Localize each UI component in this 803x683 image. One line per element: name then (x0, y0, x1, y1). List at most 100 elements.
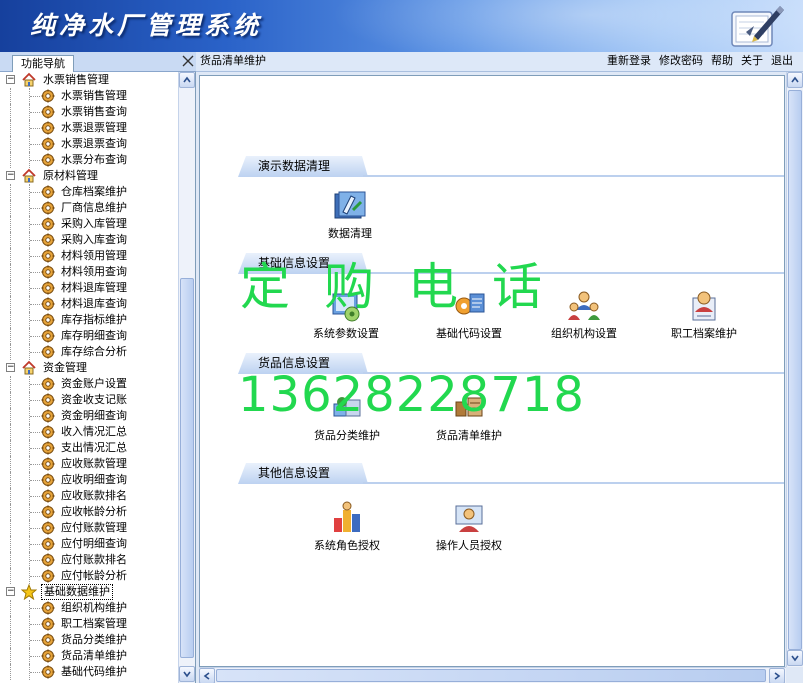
gear-icon (41, 505, 55, 519)
gear-icon (41, 457, 55, 471)
tree-item[interactable]: 水票销售管理 (0, 88, 178, 104)
gear-icon (41, 617, 55, 631)
tree-item[interactable]: 仓库档案维护 (0, 184, 178, 200)
tree-item[interactable]: 基础代码维护 (0, 664, 178, 680)
help-link[interactable]: 帮助 (711, 54, 733, 68)
about-link[interactable]: 关于 (741, 54, 763, 68)
section-base-info: 基础信息设置 (238, 253, 784, 274)
tree-item[interactable]: 收入情况汇总 (0, 424, 178, 440)
tree-item-label: 资金收支记账 (61, 393, 127, 406)
content-scroll-thumb[interactable] (788, 90, 802, 650)
tool-label: 货品清单维护 (436, 429, 502, 442)
content-hscroll-thumb[interactable] (216, 669, 766, 682)
tree-item[interactable]: 采购入库查询 (0, 232, 178, 248)
tree-item[interactable]: 货品分类维护 (0, 632, 178, 648)
tree-item[interactable]: 职工档案管理 (0, 616, 178, 632)
goods-category-button[interactable]: 货品分类维护 (297, 390, 397, 442)
tree-item[interactable]: 材料领用管理 (0, 248, 178, 264)
tree-scroll-down-button[interactable] (179, 666, 195, 682)
close-tab-icon[interactable] (181, 54, 195, 68)
tool-label: 操作人员授权 (436, 539, 502, 552)
org-structure-button[interactable]: 组织机构设置 (534, 288, 634, 340)
gear-icon (41, 649, 55, 663)
tree-item[interactable]: 应付账款排名 (0, 552, 178, 568)
tree-item[interactable]: 货品清单维护 (0, 648, 178, 664)
tree-group[interactable]: − 原材料管理 (0, 168, 178, 184)
content-scroll-left-button[interactable] (199, 668, 215, 683)
chevron-up-icon (183, 76, 191, 83)
content-scroll-down-button[interactable] (787, 650, 803, 666)
tree-group[interactable]: − 水票销售管理 (0, 72, 178, 88)
base-code-icon (455, 293, 485, 315)
data-clean-button[interactable]: 数据清理 (300, 188, 400, 240)
gear-icon (41, 249, 55, 263)
tab-function-nav[interactable]: 功能导航 (12, 55, 74, 72)
tree-guide-line (10, 88, 11, 104)
tree-item[interactable]: 支出情况汇总 (0, 440, 178, 456)
section-title: 货品信息设置 (258, 356, 331, 370)
tree-item-label: 收入情况汇总 (61, 425, 127, 438)
role-auth-button[interactable]: 系统角色授权 (297, 500, 397, 552)
chevron-up-icon (791, 76, 799, 83)
tree-item[interactable]: 应付账款管理 (0, 520, 178, 536)
tree-group[interactable]: − 资金管理 (0, 360, 178, 376)
collapse-toggle-icon[interactable]: − (6, 75, 15, 84)
tree-item[interactable]: 资金明细查询 (0, 408, 178, 424)
base-code-button[interactable]: 基础代码设置 (419, 288, 519, 340)
tree-item[interactable]: 水票销售查询 (0, 104, 178, 120)
tree-item[interactable]: 材料领用查询 (0, 264, 178, 280)
tree-scroll-up-button[interactable] (179, 72, 195, 88)
tree-guide-line (10, 456, 11, 472)
tree-item-label: 资金账户设置 (61, 377, 127, 390)
tree-item-label: 职工档案管理 (61, 617, 127, 630)
tree-vertical-scrollbar[interactable] (178, 72, 195, 683)
exit-link[interactable]: 退出 (771, 54, 793, 68)
tree-item-label: 材料领用管理 (61, 249, 127, 262)
tree-group[interactable]: − 基础数据维护 (0, 583, 178, 601)
tree-item[interactable]: 水票分布查询 (0, 152, 178, 168)
tree-item[interactable]: 组织机构维护 (0, 600, 178, 616)
tree-item[interactable]: 资金账户设置 (0, 376, 178, 392)
collapse-toggle-icon[interactable]: − (6, 171, 15, 180)
section-title: 基础信息设置 (258, 256, 331, 270)
tree-item[interactable]: 应收帐龄分析 (0, 504, 178, 520)
gear-icon (41, 233, 55, 247)
tree-item[interactable]: 应付帐龄分析 (0, 568, 178, 584)
tree-item[interactable]: 水票退票管理 (0, 120, 178, 136)
tree-item[interactable]: 资金收支记账 (0, 392, 178, 408)
tree-item-label: 水票销售管理 (61, 89, 127, 102)
content-scroll-up-button[interactable] (787, 72, 803, 88)
staff-records-button[interactable]: 职工档案维护 (654, 288, 754, 340)
tree-guide-line (30, 256, 40, 257)
tree-item[interactable]: 采购入库管理 (0, 216, 178, 232)
goods-list-button[interactable]: 货品清单维护 (419, 390, 519, 442)
tree-item[interactable]: 水票退票查询 (0, 136, 178, 152)
tree-guide-line (30, 496, 40, 497)
collapse-toggle-icon[interactable]: − (6, 363, 15, 372)
tree-item[interactable]: 库存指标维护 (0, 312, 178, 328)
system-params-button[interactable]: 系统参数设置 (296, 288, 396, 340)
content-horizontal-scrollbar[interactable] (199, 667, 786, 683)
tree-guide-line (10, 488, 11, 504)
tree-guide-line (30, 640, 40, 641)
tree-guide-line (10, 152, 11, 168)
tree-item[interactable]: 材料退库查询 (0, 296, 178, 312)
tree-item[interactable]: 库存明细查询 (0, 328, 178, 344)
tree-item[interactable]: 库存综合分析 (0, 344, 178, 360)
tree-item[interactable]: 材料退库管理 (0, 280, 178, 296)
tree-item[interactable]: 应收账款排名 (0, 488, 178, 504)
tree-scroll-thumb[interactable] (180, 278, 194, 658)
content-scroll-right-button[interactable] (769, 668, 785, 683)
gear-icon (41, 265, 55, 279)
content-vertical-scrollbar[interactable] (786, 72, 803, 667)
tree-group-label: 原材料管理 (43, 169, 98, 182)
tree-item[interactable]: 应收明细查询 (0, 472, 178, 488)
tree-item[interactable]: 厂商信息维护 (0, 200, 178, 216)
tree-item[interactable]: 应付明细查询 (0, 536, 178, 552)
change-password-link[interactable]: 修改密码 (659, 54, 703, 68)
collapse-toggle-icon[interactable]: − (6, 587, 15, 596)
gear-icon (41, 297, 55, 311)
operator-auth-button[interactable]: 操作人员授权 (419, 500, 519, 552)
tree-item[interactable]: 应收账款管理 (0, 456, 178, 472)
relogin-link[interactable]: 重新登录 (607, 54, 651, 68)
